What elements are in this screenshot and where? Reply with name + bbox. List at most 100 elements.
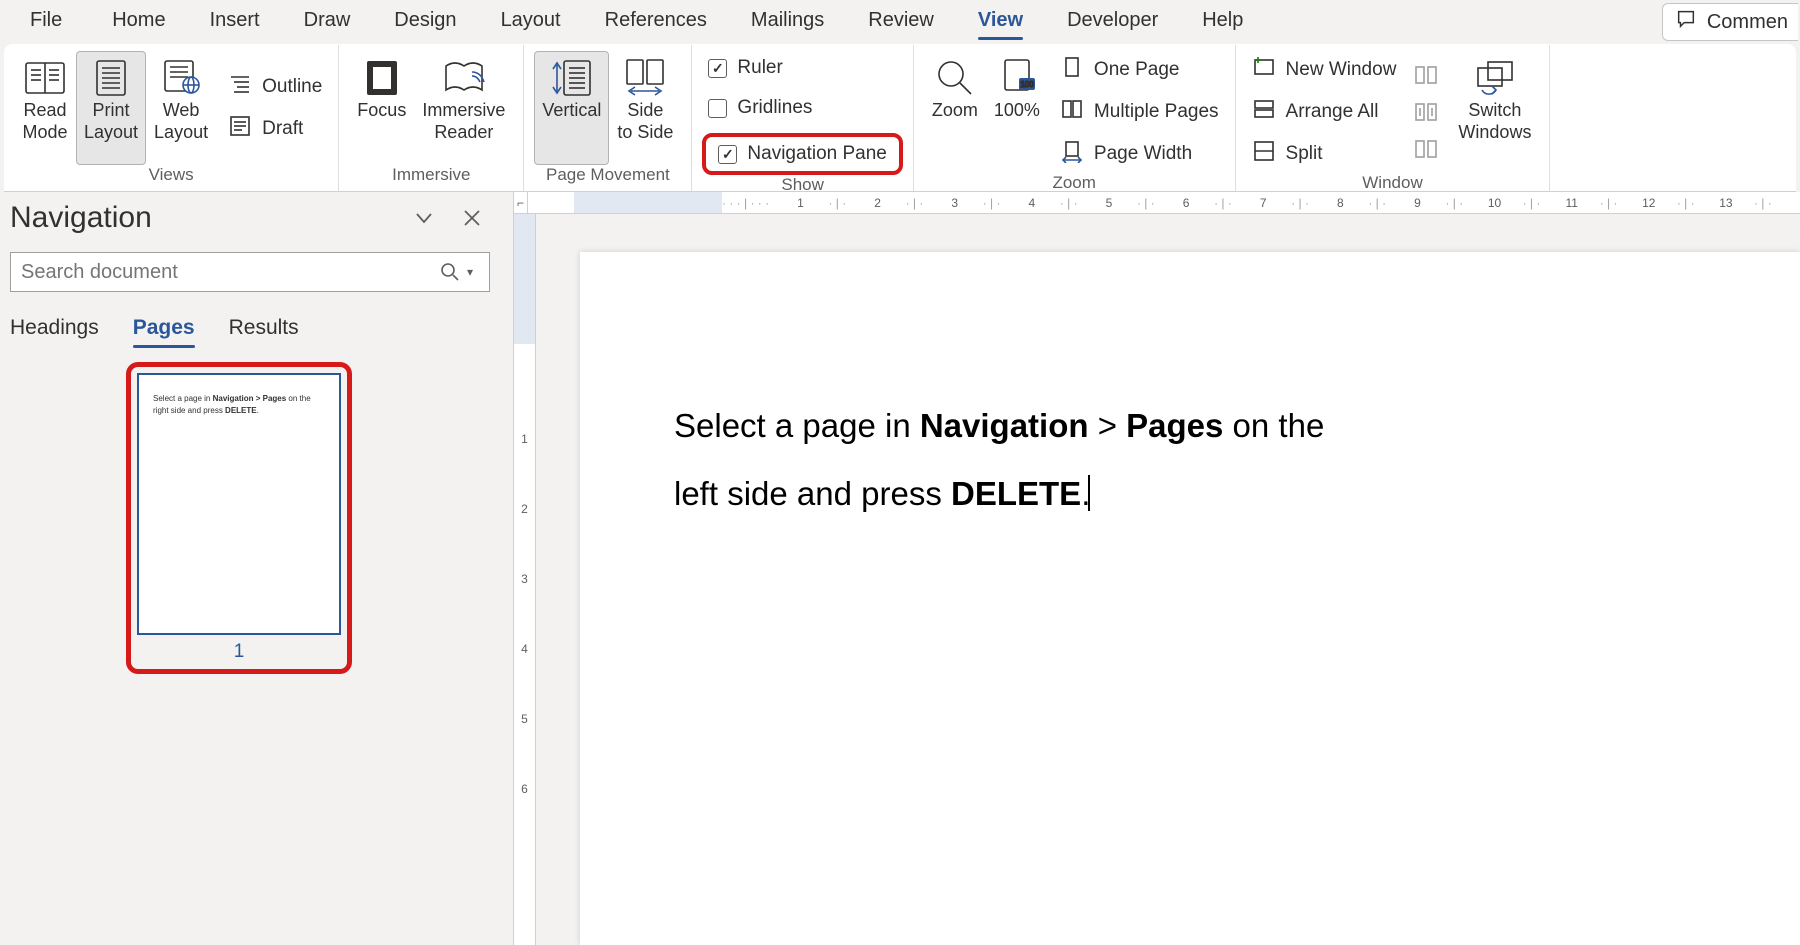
tab-design[interactable]: Design: [372, 3, 478, 42]
nav-tab-pages[interactable]: Pages: [133, 316, 195, 348]
tab-developer[interactable]: Developer: [1045, 3, 1180, 42]
tab-layout[interactable]: Layout: [479, 3, 583, 42]
tab-draw[interactable]: Draw: [282, 3, 373, 42]
nav-close-button[interactable]: [454, 200, 490, 236]
arrange-all-icon: [1252, 97, 1276, 127]
tab-references[interactable]: References: [583, 3, 729, 42]
print-layout-button[interactable]: Print Layout: [76, 51, 146, 165]
page-movement-group-label: Page Movement: [534, 165, 681, 191]
outline-icon: [228, 72, 252, 102]
body-row: Navigation ▾ Headings Pages Results Sele…: [0, 192, 1800, 945]
switch-windows-button[interactable]: Switch Windows: [1450, 51, 1539, 173]
vertical-icon: [550, 57, 594, 99]
search-icon[interactable]: [433, 262, 467, 282]
tab-review[interactable]: Review: [846, 3, 956, 42]
one-page-label: One Page: [1094, 59, 1180, 81]
comments-button[interactable]: Commen: [1662, 3, 1798, 41]
views-group-label: Views: [14, 165, 328, 191]
tab-mailings[interactable]: Mailings: [729, 3, 846, 42]
gridlines-label: Gridlines: [737, 97, 812, 119]
gridlines-checkbox[interactable]: Gridlines: [702, 93, 902, 123]
ribbon-group-views: Read Mode Print Layout Web Layout Outlin…: [4, 45, 339, 191]
outline-label: Outline: [262, 76, 322, 98]
thumb-text: .: [257, 406, 259, 415]
vertical-label: Vertical: [542, 99, 601, 121]
multiple-pages-label: Multiple Pages: [1094, 101, 1219, 123]
outline-button[interactable]: Outline: [222, 68, 328, 106]
new-window-button[interactable]: New Window: [1246, 51, 1403, 89]
tab-help[interactable]: Help: [1180, 3, 1265, 42]
tab-home[interactable]: Home: [90, 3, 187, 42]
page-thumbnail[interactable]: Select a page in Navigation > Pages on t…: [137, 373, 341, 635]
ribbon-group-immersive: Focus Immersive Reader Immersive: [339, 45, 524, 191]
hundred-percent-button[interactable]: 100 100%: [986, 51, 1048, 173]
doc-text-bold: Navigation: [920, 407, 1089, 444]
thumb-text: on the: [286, 394, 310, 403]
nav-tab-results[interactable]: Results: [229, 316, 299, 348]
checkbox-icon: [718, 145, 737, 164]
h-ruler-marks: · · · | · · · 1 · | · 2 · | · 3 · | · 4 …: [722, 196, 1775, 210]
thumb-text-bold: Navigation > Pages: [213, 394, 287, 403]
navigation-pane-label: Navigation Pane: [747, 143, 886, 165]
nav-collapse-button[interactable]: [406, 200, 442, 236]
immersive-reader-icon: [442, 57, 486, 99]
draft-button[interactable]: Draft: [222, 110, 328, 148]
split-button[interactable]: Split: [1246, 135, 1403, 173]
nav-tabs: Headings Pages Results: [10, 316, 490, 348]
focus-button[interactable]: Focus: [349, 51, 414, 165]
navigation-pane-highlight: Navigation Pane: [702, 133, 902, 175]
vertical-button[interactable]: Vertical: [534, 51, 609, 165]
document-page[interactable]: Select a page in Navigation > Pages on t…: [580, 252, 1800, 945]
page-thumbnail-highlight: Select a page in Navigation > Pages on t…: [126, 362, 352, 674]
split-label: Split: [1286, 143, 1323, 165]
page-width-label: Page Width: [1094, 143, 1192, 165]
horizontal-ruler[interactable]: ⌐ · · · | · · · 1 · | · 2 · | · 3 · | · …: [514, 192, 1800, 214]
read-mode-button[interactable]: Read Mode: [14, 51, 76, 165]
immersive-reader-button[interactable]: Immersive Reader: [414, 51, 513, 165]
web-layout-label: Web Layout: [154, 99, 208, 143]
read-mode-icon: [24, 57, 66, 99]
zoom-button[interactable]: Zoom: [924, 51, 986, 173]
ruler-checkbox[interactable]: Ruler: [702, 53, 902, 83]
side-to-side-button[interactable]: Side to Side: [609, 51, 681, 165]
navigation-pane-checkbox[interactable]: Navigation Pane: [712, 139, 892, 169]
doc-text: on the: [1223, 407, 1324, 444]
nav-search-input[interactable]: [11, 261, 433, 284]
ribbon-group-page-movement: Vertical Side to Side Page Movement: [524, 45, 692, 191]
one-page-button[interactable]: One Page: [1054, 51, 1225, 89]
doc-text: >: [1089, 407, 1127, 444]
search-dropdown-icon[interactable]: ▾: [467, 265, 489, 279]
tab-insert[interactable]: Insert: [188, 3, 282, 42]
sync-scroll-icon[interactable]: [1414, 102, 1438, 127]
reset-window-icon[interactable]: [1414, 139, 1438, 164]
arrange-all-button[interactable]: Arrange All: [1246, 93, 1403, 131]
new-window-icon: [1252, 55, 1276, 85]
tab-view[interactable]: View: [956, 3, 1045, 42]
comments-label: Commen: [1707, 11, 1788, 34]
menu-tabs: File Home Insert Draw Design Layout Refe…: [0, 0, 1800, 44]
doc-text-bold: DELETE: [951, 475, 1081, 512]
read-mode-label: Read Mode: [22, 99, 67, 143]
navigation-title: Navigation: [10, 201, 406, 235]
page-width-button[interactable]: Page Width: [1054, 135, 1225, 173]
focus-icon: [365, 57, 399, 99]
print-layout-icon: [93, 57, 129, 99]
split-icon: [1252, 139, 1276, 169]
side-to-side-label: Side to Side: [617, 99, 673, 143]
one-page-icon: [1060, 55, 1084, 85]
multiple-pages-button[interactable]: Multiple Pages: [1054, 93, 1225, 131]
web-layout-icon: [161, 57, 201, 99]
nav-tab-headings[interactable]: Headings: [10, 316, 99, 348]
ribbon-group-show: Ruler Gridlines Navigation Pane Show: [692, 45, 913, 191]
ribbon: Read Mode Print Layout Web Layout Outlin…: [4, 44, 1796, 192]
web-layout-button[interactable]: Web Layout: [146, 51, 216, 165]
ribbon-group-window: New Window Arrange All Split: [1236, 45, 1551, 191]
view-side-by-side-icon[interactable]: [1414, 65, 1438, 90]
nav-search[interactable]: ▾: [10, 252, 490, 292]
tab-file[interactable]: File: [2, 3, 90, 42]
side-to-side-icon: [623, 57, 667, 99]
document-area: ⌐ · · · | · · · 1 · | · 2 · | · 3 · | · …: [500, 192, 1800, 945]
draft-icon: [228, 114, 252, 144]
ribbon-group-zoom: Zoom 100 100% One Page Multiple Pages: [914, 45, 1236, 191]
vertical-ruler[interactable]: 1 2 3 4 5 6: [514, 214, 536, 945]
